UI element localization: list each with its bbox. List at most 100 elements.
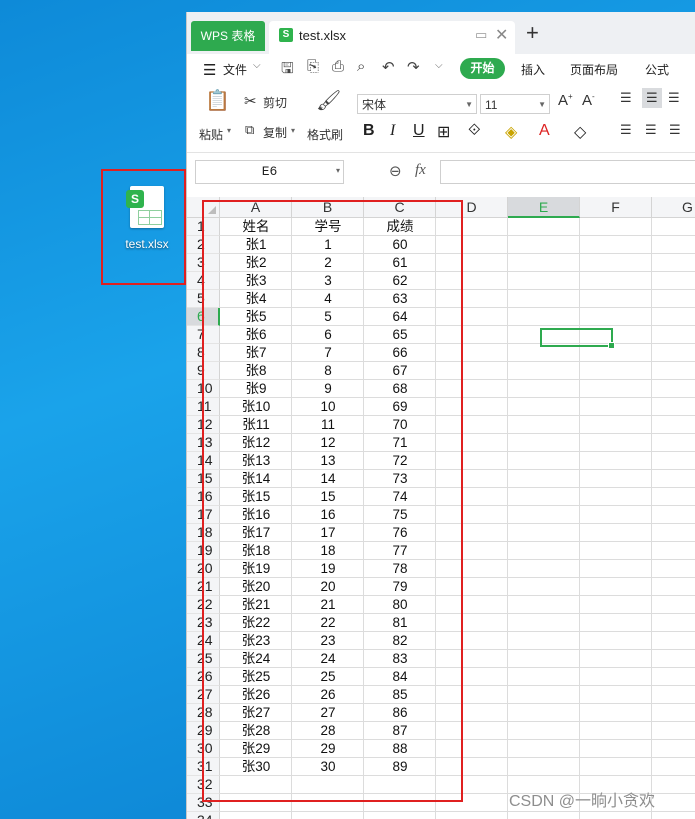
table-cell[interactable]: 12	[292, 434, 364, 452]
wps-app-tab[interactable]: WPS 表格	[191, 21, 265, 51]
row-header[interactable]: 14	[187, 452, 220, 470]
table-cell[interactable]: 张12	[220, 434, 292, 452]
row-header[interactable]: 26	[187, 668, 220, 686]
table-cell[interactable]: 26	[292, 686, 364, 704]
table-cell[interactable]: 22	[292, 614, 364, 632]
selected-cell-e6[interactable]	[540, 328, 615, 349]
table-cell[interactable]: 1	[292, 236, 364, 254]
row-header[interactable]: 27	[187, 686, 220, 704]
table-cell[interactable]: 张26	[220, 686, 292, 704]
table-cell[interactable]: 77	[364, 542, 436, 560]
align-middle-icon[interactable]: ☰	[642, 88, 662, 108]
table-cell[interactable]: 87	[364, 722, 436, 740]
row-header[interactable]: 19	[187, 542, 220, 560]
table-cell[interactable]: 63	[364, 290, 436, 308]
table-cell[interactable]: 71	[364, 434, 436, 452]
row-header[interactable]: 4	[187, 272, 220, 290]
tab-formulas[interactable]: 公式	[645, 61, 669, 78]
font-size-select[interactable]: 11 ▼	[480, 94, 550, 114]
row-header[interactable]: 2	[187, 236, 220, 254]
italic-icon[interactable]: I	[390, 122, 395, 140]
column-header-e[interactable]: E	[508, 197, 580, 218]
row-header[interactable]: 22	[187, 596, 220, 614]
row-header[interactable]: 18	[187, 524, 220, 542]
table-cell[interactable]: 张29	[220, 740, 292, 758]
font-color-icon[interactable]: A	[539, 122, 550, 140]
eraser-icon[interactable]: ◇	[574, 122, 586, 142]
print-icon[interactable]: ⎙	[332, 58, 344, 75]
row-header[interactable]: 24	[187, 632, 220, 650]
save-icon[interactable]: 🖫	[281, 58, 294, 83]
table-cell[interactable]: 81	[364, 614, 436, 632]
table-cell[interactable]: 72	[364, 452, 436, 470]
align-bottom-icon[interactable]: ☰	[668, 90, 680, 106]
table-cell[interactable]: 80	[364, 596, 436, 614]
table-cell[interactable]: 86	[364, 704, 436, 722]
paste-icon[interactable]: 📋	[205, 88, 230, 113]
table-cell[interactable]: 张7	[220, 344, 292, 362]
brush-icon[interactable]: 🖌	[316, 88, 341, 113]
table-cell[interactable]: 68	[364, 380, 436, 398]
row-header[interactable]: 32	[187, 776, 220, 794]
redo-icon[interactable]: ↷	[407, 58, 420, 76]
increase-font-icon[interactable]: A+	[558, 92, 573, 109]
table-cell[interactable]: 学号	[292, 218, 364, 236]
table-cell[interactable]: 67	[364, 362, 436, 380]
table-cell[interactable]: 83	[364, 650, 436, 668]
formula-input[interactable]	[440, 160, 695, 184]
row-header[interactable]: 34	[187, 812, 220, 819]
table-cell[interactable]: 76	[364, 524, 436, 542]
paste-button[interactable]: 粘贴	[199, 126, 223, 143]
table-cell[interactable]: 11	[292, 416, 364, 434]
row-header[interactable]: 17	[187, 506, 220, 524]
table-cell[interactable]: 张24	[220, 650, 292, 668]
row-header[interactable]: 1	[187, 218, 220, 236]
table-cell[interactable]: 张22	[220, 614, 292, 632]
table-cell[interactable]: 29	[292, 740, 364, 758]
table-cell[interactable]: 27	[292, 704, 364, 722]
table-cell[interactable]: 张1	[220, 236, 292, 254]
row-header[interactable]: 33	[187, 794, 220, 812]
table-cell[interactable]: 19	[292, 560, 364, 578]
table-cell[interactable]: 张20	[220, 578, 292, 596]
name-box[interactable]: E6 ▾	[195, 160, 344, 184]
pin-window-icon[interactable]: ▭	[475, 27, 487, 43]
column-header-f[interactable]: F	[580, 197, 652, 218]
table-cell[interactable]: 78	[364, 560, 436, 578]
table-cell[interactable]: 15	[292, 488, 364, 506]
row-header[interactable]: 31	[187, 758, 220, 776]
table-cell[interactable]: 张13	[220, 452, 292, 470]
table-cell[interactable]: 85	[364, 686, 436, 704]
table-cell[interactable]: 82	[364, 632, 436, 650]
table-cell[interactable]: 3	[292, 272, 364, 290]
column-header-b[interactable]: B	[292, 197, 364, 218]
table-cell[interactable]: 18	[292, 542, 364, 560]
row-header[interactable]: 9	[187, 362, 220, 380]
table-cell[interactable]: 2	[292, 254, 364, 272]
table-cell[interactable]: 69	[364, 398, 436, 416]
table-cell[interactable]: 成绩	[364, 218, 436, 236]
table-cell[interactable]: 61	[364, 254, 436, 272]
chevron-down-icon[interactable]: ⌵	[253, 60, 261, 71]
menu-icon[interactable]: ☰	[203, 61, 216, 79]
row-header[interactable]: 8	[187, 344, 220, 362]
table-cell[interactable]: 张2	[220, 254, 292, 272]
table-cell[interactable]: 张16	[220, 506, 292, 524]
table-cell[interactable]: 张27	[220, 704, 292, 722]
table-cell[interactable]: 79	[364, 578, 436, 596]
table-cell[interactable]: 20	[292, 578, 364, 596]
document-tab[interactable]: S test.xlsx ▭ ✕	[269, 21, 515, 54]
file-menu[interactable]: 文件	[223, 61, 247, 78]
row-header[interactable]: 20	[187, 560, 220, 578]
align-top-icon[interactable]: ☰	[620, 90, 632, 106]
table-cell[interactable]: 张19	[220, 560, 292, 578]
table-cell[interactable]: 张25	[220, 668, 292, 686]
table-cell[interactable]: 14	[292, 470, 364, 488]
table-cell[interactable]: 10	[292, 398, 364, 416]
paste-dropdown-icon[interactable]: ▾	[227, 126, 231, 135]
align-center-icon[interactable]: ☰	[645, 122, 657, 138]
row-header[interactable]: 12	[187, 416, 220, 434]
table-cell[interactable]: 62	[364, 272, 436, 290]
cut-button[interactable]: 剪切	[263, 94, 287, 111]
table-cell[interactable]: 张15	[220, 488, 292, 506]
